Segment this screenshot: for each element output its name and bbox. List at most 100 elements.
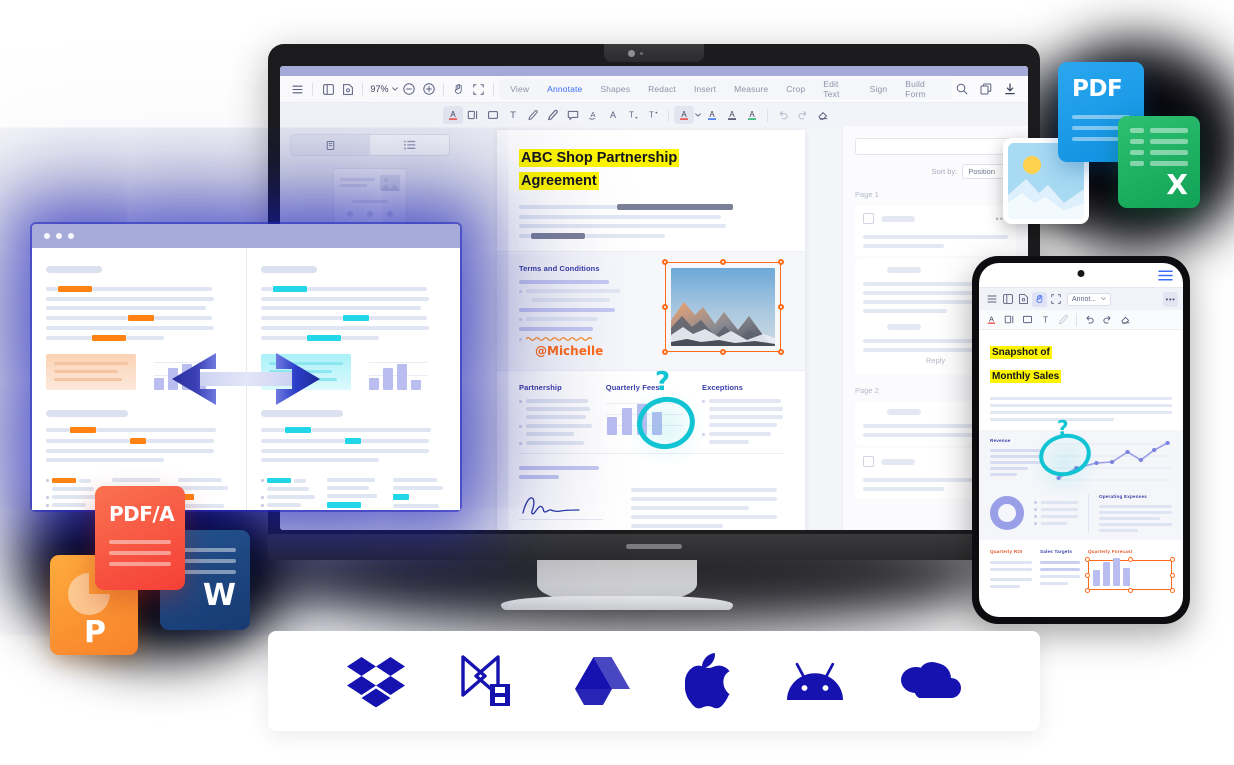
onedrive-logo[interactable]: [899, 660, 961, 702]
box-logo[interactable]: [460, 654, 518, 708]
text-subscript-icon[interactable]: T: [623, 106, 643, 124]
resize-handle-br[interactable]: [778, 349, 784, 356]
outline-view-icon[interactable]: [370, 135, 449, 155]
underline-color-icon[interactable]: A: [702, 106, 722, 124]
text-tool-icon[interactable]: T: [1038, 312, 1053, 327]
rectangle-icon[interactable]: [483, 106, 503, 124]
tab-crop[interactable]: Crop: [777, 84, 814, 94]
more-horizontal-icon[interactable]: •••: [1163, 291, 1178, 307]
text-superscript-icon[interactable]: T: [643, 106, 663, 124]
apple-logo[interactable]: [685, 653, 731, 709]
window-dot-1[interactable]: [44, 233, 50, 239]
pen-icon[interactable]: [1056, 312, 1071, 327]
tab-annotate[interactable]: Annotate: [538, 84, 591, 94]
resize-handle-tl[interactable]: [1085, 557, 1090, 562]
highlight-text-icon[interactable]: A: [984, 312, 999, 327]
eraser-icon[interactable]: [1118, 312, 1133, 327]
duplicate-icon[interactable]: [976, 80, 996, 98]
comment-card[interactable]: •••: [855, 205, 1016, 256]
download-icon[interactable]: [1000, 80, 1020, 98]
tab-sign[interactable]: Sign: [861, 84, 897, 94]
zoom-in-icon[interactable]: [419, 80, 438, 98]
window-dot-2[interactable]: [56, 233, 62, 239]
resize-handle-tr[interactable]: [1170, 557, 1175, 562]
tab-insert[interactable]: Insert: [685, 84, 725, 94]
comment-checkbox[interactable]: [863, 456, 874, 467]
bar-q4: [1123, 568, 1130, 586]
resize-handle-br[interactable]: [1170, 588, 1175, 593]
tab-view[interactable]: View: [501, 84, 538, 94]
google-drive-logo[interactable]: [573, 655, 631, 707]
resize-handle-ml[interactable]: [1085, 572, 1090, 578]
annotation-mode-select[interactable]: Annot...: [1067, 292, 1112, 306]
zoom-out-icon[interactable]: [399, 80, 418, 98]
svg-text:A: A: [709, 110, 715, 119]
window-dot-3[interactable]: [68, 233, 74, 239]
resize-handle-tc[interactable]: [1127, 557, 1133, 562]
strikethrough-icon[interactable]: A: [603, 106, 623, 124]
highlight-text-icon[interactable]: A: [443, 106, 463, 124]
underline-icon[interactable]: A: [583, 106, 603, 124]
resize-handle-bc[interactable]: [1127, 588, 1133, 593]
redo-icon[interactable]: [1100, 312, 1115, 327]
svg-text:T: T: [1043, 314, 1049, 324]
text-box-icon[interactable]: [1002, 312, 1017, 327]
pan-hand-icon[interactable]: [449, 80, 468, 98]
resize-handle-bc[interactable]: [720, 349, 726, 356]
pan-hand-icon[interactable]: [1032, 291, 1047, 307]
resize-handle-mr[interactable]: [1170, 572, 1175, 578]
highlight-color-icon-2[interactable]: A: [742, 106, 762, 124]
tab-build-form[interactable]: Build Form: [896, 79, 950, 99]
redo-icon[interactable]: [793, 106, 813, 124]
page-view-icon[interactable]: [1016, 292, 1031, 307]
comment-search-input[interactable]: [855, 138, 1016, 155]
search-icon[interactable]: [952, 80, 972, 98]
undo-icon[interactable]: [773, 106, 793, 124]
select-area-icon[interactable]: [1048, 292, 1063, 307]
marker-icon[interactable]: [543, 106, 563, 124]
tab-edit-text[interactable]: Edit Text: [814, 79, 860, 99]
sticky-note-icon[interactable]: [563, 106, 583, 124]
tab-measure[interactable]: Measure: [725, 84, 777, 94]
font-color-icon[interactable]: A: [674, 106, 694, 124]
android-logo[interactable]: [786, 660, 844, 702]
hamburger-menu-icon[interactable]: [984, 292, 999, 307]
select-area-icon[interactable]: [469, 80, 488, 98]
sidebar-toggle-icon[interactable]: [1000, 292, 1015, 307]
dropbox-logo[interactable]: [347, 655, 406, 707]
text-tool-icon[interactable]: T: [503, 106, 523, 124]
undo-icon[interactable]: [1082, 312, 1097, 327]
sort-value: Position: [968, 167, 995, 176]
selected-image-object[interactable]: [662, 259, 784, 356]
resize-handle-tr[interactable]: [778, 259, 784, 266]
tab-redact[interactable]: Redact: [639, 84, 685, 94]
thumbnail-view-icon[interactable]: [291, 135, 370, 155]
phone-document-header: Snapshot of Monthly Sales: [979, 330, 1183, 430]
page-thumbnail[interactable]: [333, 168, 407, 230]
phone-circle-annotation[interactable]: [1035, 429, 1095, 481]
text-box-icon[interactable]: [463, 106, 483, 124]
rectangle-icon[interactable]: [1020, 312, 1035, 327]
section-heading-partnership: Partnership: [519, 383, 562, 393]
zoom-level-label[interactable]: 97%: [368, 84, 390, 94]
page-view-icon[interactable]: [338, 80, 357, 98]
pen-icon[interactable]: [523, 106, 543, 124]
bar-1: [154, 378, 164, 390]
resize-handle-bl[interactable]: [662, 349, 668, 356]
annotate-divider: [668, 108, 669, 122]
eraser-icon[interactable]: [813, 106, 833, 124]
resize-handle-mr[interactable]: [778, 304, 784, 311]
sidebar-toggle-icon[interactable]: [318, 80, 337, 98]
chevron-down-icon[interactable]: [391, 80, 400, 98]
tab-shapes[interactable]: Shapes: [591, 84, 639, 94]
hamburger-menu-icon[interactable]: [1158, 270, 1173, 281]
webcam-led-icon: [640, 52, 643, 55]
history-divider: [767, 108, 768, 122]
phone-forecast-chart[interactable]: [1085, 557, 1175, 593]
circle-annotation[interactable]: [632, 391, 700, 455]
resize-handle-bl[interactable]: [1085, 588, 1090, 593]
hamburger-menu-icon[interactable]: [288, 80, 307, 98]
comment-checkbox[interactable]: [863, 213, 874, 224]
chevron-down-icon-color[interactable]: [694, 106, 702, 124]
highlight-color-icon[interactable]: A: [722, 106, 742, 124]
